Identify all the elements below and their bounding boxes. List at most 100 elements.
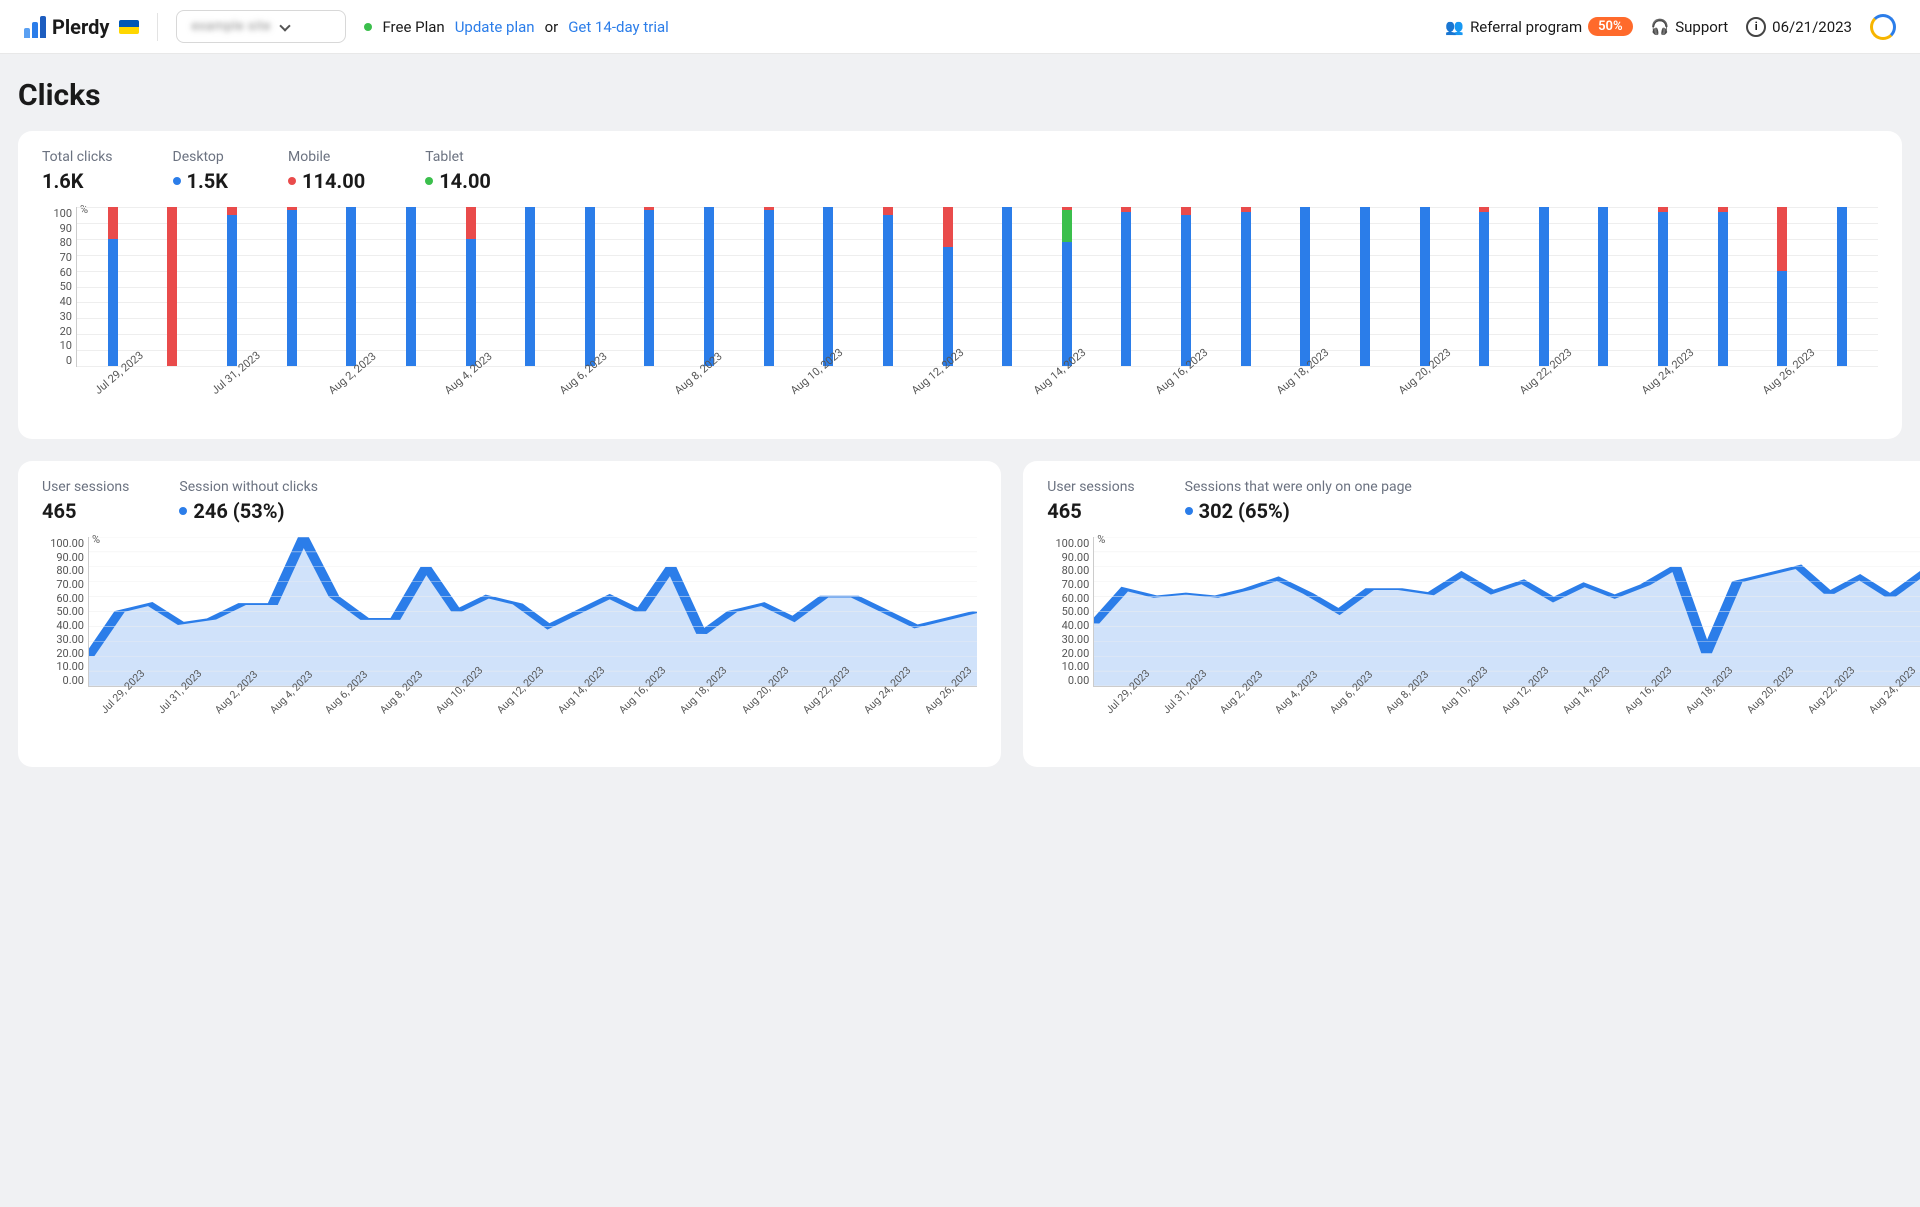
mobile-stat: Mobile 114.00 — [288, 149, 365, 193]
op-dot-icon — [1185, 507, 1193, 515]
y-tick: 90.00 — [1047, 551, 1089, 564]
page-title: Clicks — [18, 78, 1902, 113]
y-tick: 50.00 — [1047, 605, 1089, 618]
y-tick: 20.00 — [1047, 647, 1089, 660]
mobile-dot-icon — [288, 177, 296, 185]
bar[interactable] — [585, 207, 595, 366]
y-tick: 50.00 — [42, 605, 84, 618]
trial-link[interactable]: Get 14-day trial — [568, 18, 669, 36]
y-tick: 70.00 — [1047, 578, 1089, 591]
bar[interactable] — [108, 207, 118, 366]
site-selector-value: example site — [191, 19, 270, 34]
user-sessions-stat-2: User sessions 465 — [1047, 479, 1134, 523]
mobile-label: Mobile — [288, 149, 365, 165]
desktop-dot-icon — [173, 177, 181, 185]
y-tick: 20 — [42, 325, 72, 338]
support-link[interactable]: 🎧 Support — [1651, 18, 1729, 36]
bar[interactable] — [1420, 207, 1430, 366]
site-selector[interactable]: example site — [176, 10, 346, 43]
bar[interactable] — [1121, 207, 1131, 366]
people-icon: 👥 — [1445, 18, 1464, 36]
bar[interactable] — [1241, 207, 1251, 366]
y-tick: 30 — [42, 310, 72, 323]
y-tick: 0.00 — [1047, 674, 1089, 687]
onepage-line-chart: % 100.0090.0080.0070.0060.0050.0040.0030… — [1047, 537, 1920, 745]
bar[interactable] — [1539, 207, 1549, 366]
brand-logo[interactable]: Plerdy — [24, 15, 139, 39]
y-tick: 40.00 — [42, 619, 84, 632]
headset-icon: 🎧 — [1651, 18, 1670, 36]
bar[interactable] — [1598, 207, 1608, 366]
date-value: 06/21/2023 — [1772, 18, 1852, 36]
bar[interactable] — [1777, 207, 1787, 366]
user-sessions-stat: User sessions 465 — [42, 479, 129, 523]
y-tick: 40 — [42, 295, 72, 308]
bar[interactable] — [287, 207, 297, 366]
bar[interactable] — [1181, 207, 1191, 366]
support-label: Support — [1675, 18, 1728, 36]
bar[interactable] — [346, 207, 356, 366]
swc-dot-icon — [179, 507, 187, 515]
y-tick: 10 — [42, 339, 72, 352]
sessions-line-chart: % 100.0090.0080.0070.0060.0050.0040.0030… — [42, 537, 977, 745]
y-tick: 100.00 — [42, 537, 84, 550]
y-tick: 60.00 — [42, 592, 84, 605]
bar[interactable] — [764, 207, 774, 366]
user-sessions-label: User sessions — [42, 479, 129, 495]
bar[interactable] — [704, 207, 714, 366]
update-plan-link[interactable]: Update plan — [455, 18, 535, 36]
integration-badge-icon[interactable] — [1870, 14, 1896, 40]
onepage-value: 302 (65%) — [1199, 499, 1290, 523]
mobile-value: 114.00 — [302, 169, 365, 193]
bar[interactable] — [823, 207, 833, 366]
tablet-label: Tablet — [425, 149, 491, 165]
onepage-label: Sessions that were only on one page — [1185, 479, 1412, 495]
referral-badge: 50% — [1588, 17, 1632, 36]
user-sessions-label-2: User sessions — [1047, 479, 1134, 495]
bar[interactable] — [406, 207, 416, 366]
referral-link[interactable]: 👥 Referral program 50% — [1445, 17, 1632, 36]
bar[interactable] — [466, 207, 476, 366]
bar[interactable] — [1837, 207, 1847, 366]
logo-bars-icon — [24, 16, 46, 38]
bar[interactable] — [1062, 207, 1072, 366]
user-sessions-value-2: 465 — [1047, 499, 1134, 523]
plan-label: Free Plan — [382, 18, 444, 36]
bar[interactable] — [227, 207, 237, 366]
clicks-card: Total clicks 1.6K Desktop 1.5K Mobile 11… — [18, 131, 1902, 439]
bar[interactable] — [1479, 207, 1489, 366]
bar[interactable] — [644, 207, 654, 366]
bar[interactable] — [1002, 207, 1012, 366]
bar[interactable] — [1300, 207, 1310, 366]
y-tick: 90 — [42, 222, 72, 235]
total-clicks-value: 1.6K — [42, 169, 113, 193]
bar[interactable] — [1718, 207, 1728, 366]
y-tick: 10.00 — [1047, 660, 1089, 673]
bar[interactable] — [167, 207, 177, 366]
sessions-no-click-stat: Session without clicks 246 (53%) — [179, 479, 318, 523]
desktop-label: Desktop — [173, 149, 228, 165]
desktop-value: 1.5K — [187, 169, 228, 193]
bar[interactable] — [943, 207, 953, 366]
bar[interactable] — [883, 207, 893, 366]
clicks-bar-chart: % 1009080706050403020100 Jul 29, 2023Jul… — [42, 207, 1878, 417]
tablet-value: 14.00 — [439, 169, 491, 193]
y-tick: 50 — [42, 280, 72, 293]
tablet-dot-icon — [425, 177, 433, 185]
or-text: or — [545, 18, 559, 36]
y-tick: 80 — [42, 236, 72, 249]
desktop-stat: Desktop 1.5K — [173, 149, 228, 193]
tablet-stat: Tablet 14.00 — [425, 149, 491, 193]
y-tick: 70.00 — [42, 578, 84, 591]
plan-row: Free Plan Update plan or Get 14-day tria… — [364, 18, 668, 36]
date-display[interactable]: i 06/21/2023 — [1746, 17, 1852, 37]
onepage-sessions-card: User sessions 465 Sessions that were onl… — [1023, 461, 1920, 767]
bar[interactable] — [525, 207, 535, 366]
brand-name: Plerdy — [52, 15, 109, 39]
y-tick: 90.00 — [42, 551, 84, 564]
bar[interactable] — [1360, 207, 1370, 366]
bar[interactable] — [1658, 207, 1668, 366]
onepage-stat: Sessions that were only on one page 302 … — [1185, 479, 1412, 523]
y-tick: 60 — [42, 266, 72, 279]
y-tick: 0 — [42, 354, 72, 367]
